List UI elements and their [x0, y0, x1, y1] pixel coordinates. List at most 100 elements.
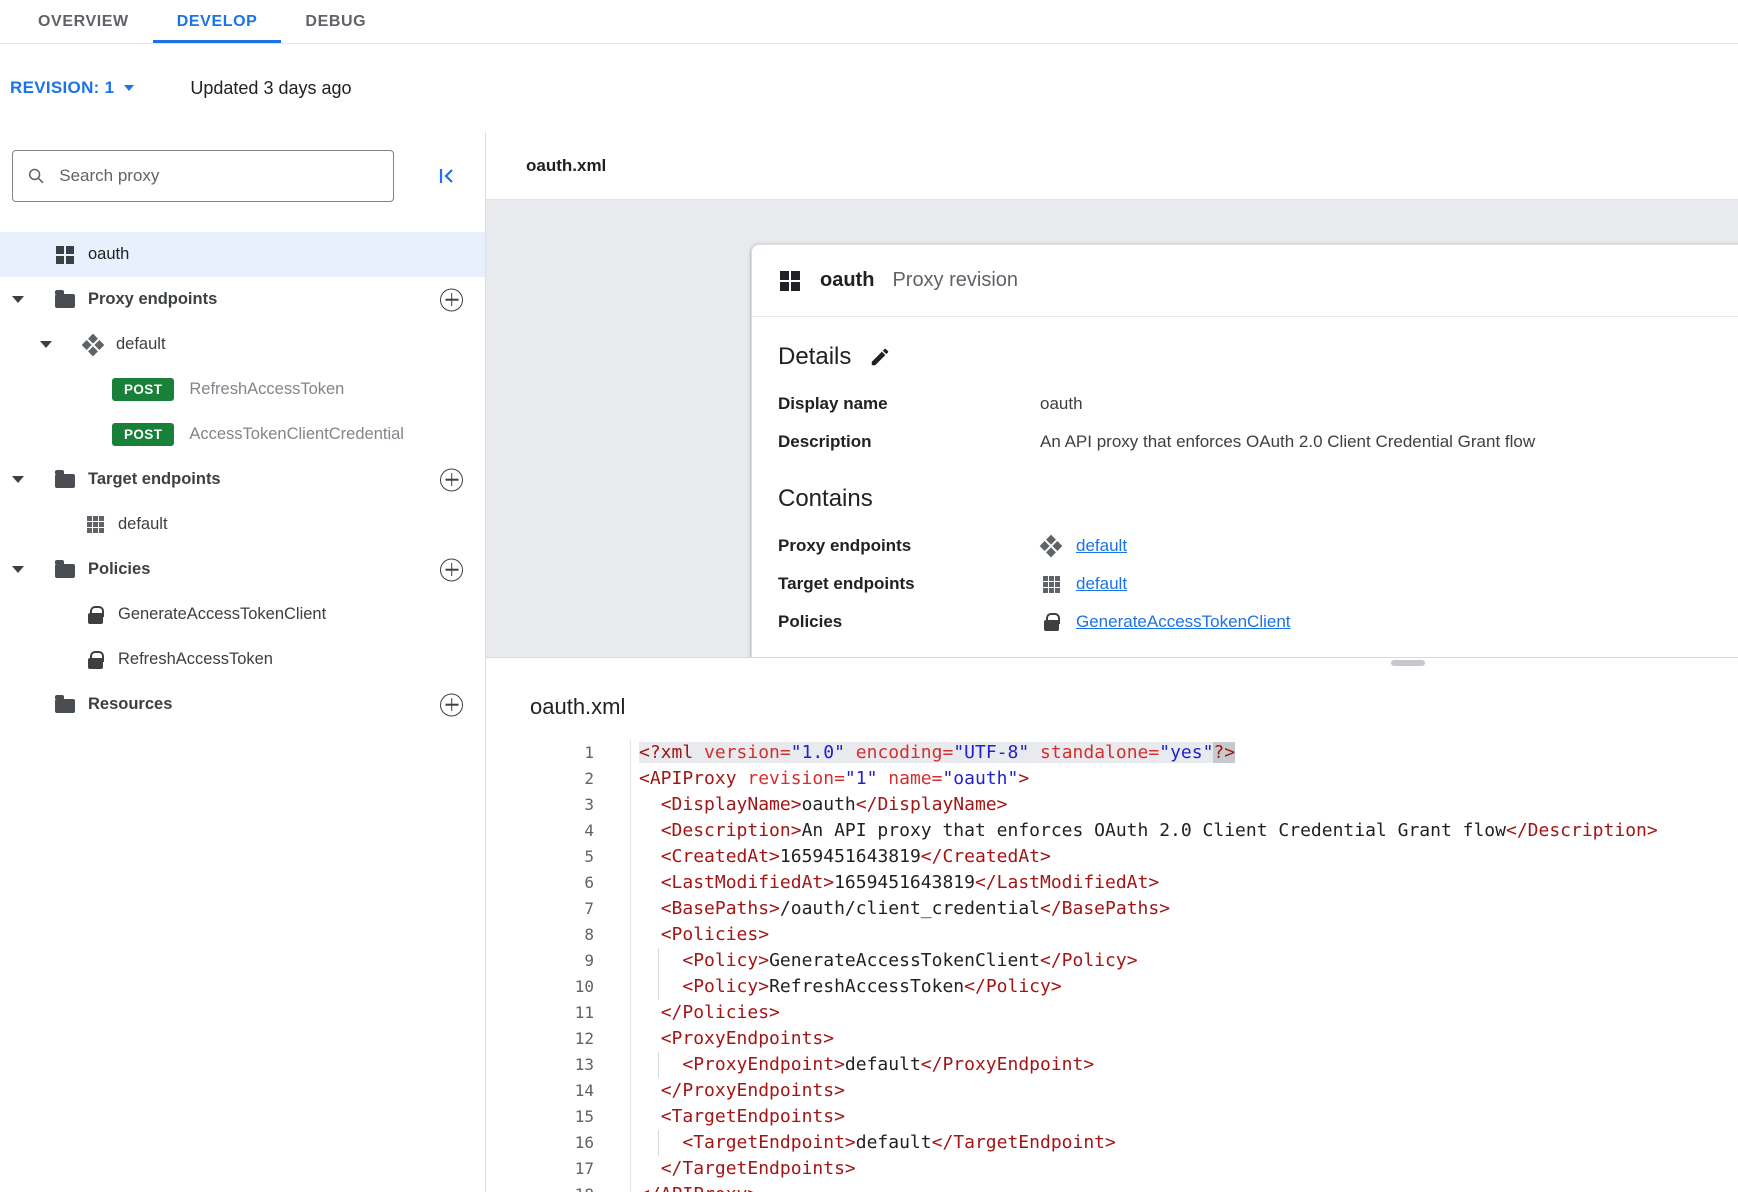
- tree-item-proxy-endpoints[interactable]: Proxy endpoints: [0, 277, 485, 322]
- generateaccesstokenclient-link[interactable]: GenerateAccessTokenClient: [1076, 612, 1291, 632]
- tree-item-target-endpoints[interactable]: Target endpoints: [0, 457, 485, 502]
- code-token: [639, 950, 682, 971]
- code-line-content: <ProxyEndpoint>default</ProxyEndpoint>: [631, 1052, 1094, 1078]
- tree-item-label: RefreshAccessToken: [118, 650, 273, 669]
- tree-item-oauth[interactable]: oauth: [0, 232, 485, 277]
- code-token: </DisplayName>: [856, 794, 1008, 815]
- code-token: "yes": [1159, 742, 1213, 763]
- tree-item-generateaccesstokenclient[interactable]: GenerateAccessTokenClient: [0, 592, 485, 637]
- expand-arrow-icon[interactable]: [12, 566, 24, 573]
- code-token: /oauth/client_credential: [780, 898, 1040, 919]
- code-line-content: </Policies>: [631, 1000, 780, 1026]
- tree-item-resources[interactable]: Resources: [0, 682, 485, 727]
- sidebar: oauthProxy endpointsdefaultPOSTRefreshAc…: [0, 132, 486, 1192]
- code-token: <LastModifiedAt>: [661, 872, 834, 893]
- code-token: [639, 820, 661, 841]
- code-token: </TargetEndpoint>: [932, 1132, 1116, 1153]
- lock-icon: [84, 604, 106, 626]
- pane-divider: [486, 658, 1738, 680]
- code-line-17[interactable]: 17 </TargetEndpoints>: [486, 1156, 1738, 1182]
- code-line-content: <CreatedAt>1659451643819</CreatedAt>: [631, 844, 1051, 870]
- code-line-5[interactable]: 5 <CreatedAt>1659451643819</CreatedAt>: [486, 844, 1738, 870]
- code-line-10[interactable]: 10 <Policy>RefreshAccessToken</Policy>: [486, 974, 1738, 1000]
- code-token: <Description>: [661, 820, 802, 841]
- code-line-content: </APIProxy>: [631, 1182, 758, 1192]
- code-editor[interactable]: 1<?xml version="1.0" encoding="UTF-8" st…: [486, 734, 1738, 1192]
- tab-overview[interactable]: OVERVIEW: [14, 0, 153, 43]
- code-line-content: </TargetEndpoints>: [631, 1156, 856, 1182]
- edit-details-button[interactable]: [869, 346, 891, 368]
- code-token: [639, 794, 661, 815]
- code-line-11[interactable]: 11 </Policies>: [486, 1000, 1738, 1026]
- expand-arrow-icon[interactable]: [40, 341, 52, 348]
- collapse-panel-button[interactable]: [435, 164, 459, 188]
- folder-icon: [54, 469, 76, 491]
- code-token: <?xml: [639, 742, 704, 763]
- code-token: [639, 1054, 682, 1075]
- code-line-6[interactable]: 6 <LastModifiedAt>1659451643819</LastMod…: [486, 870, 1738, 896]
- code-token: encoding=: [856, 742, 954, 763]
- line-number: 10: [486, 974, 631, 1000]
- tree-item-refreshaccesstoken[interactable]: POSTRefreshAccessToken: [0, 367, 485, 412]
- code-token: <DisplayName>: [661, 794, 802, 815]
- code-line-7[interactable]: 7 <BasePaths>/oauth/client_credential</B…: [486, 896, 1738, 922]
- card-header: oauth Proxy revision: [752, 245, 1738, 317]
- proxy-tree: oauthProxy endpointsdefaultPOSTRefreshAc…: [0, 232, 485, 727]
- expand-arrow-icon[interactable]: [12, 296, 24, 303]
- code-token: <APIProxy: [639, 768, 747, 789]
- default-link[interactable]: default: [1076, 574, 1127, 594]
- detail-label: Description: [778, 432, 1040, 452]
- tab-debug[interactable]: DEBUG: [281, 0, 390, 43]
- tree-item-label: Resources: [88, 695, 172, 714]
- code-line-8[interactable]: 8 <Policies>: [486, 922, 1738, 948]
- search-proxy-box[interactable]: [12, 150, 394, 202]
- code-token: [845, 742, 856, 763]
- tree-item-target-endpoint-default[interactable]: default: [0, 502, 485, 547]
- pencil-icon: [869, 346, 891, 368]
- code-token: <TargetEndpoint>: [682, 1132, 855, 1153]
- code-token: 1659451643819: [780, 846, 921, 867]
- tree-item-refreshaccesstoken[interactable]: RefreshAccessToken: [0, 637, 485, 682]
- line-number: 1: [486, 740, 631, 766]
- add-target-endpoints-button[interactable]: [440, 468, 463, 491]
- code-line-12[interactable]: 12 <ProxyEndpoints>: [486, 1026, 1738, 1052]
- code-line-1[interactable]: 1<?xml version="1.0" encoding="UTF-8" st…: [486, 740, 1738, 766]
- code-token: "1.0": [791, 742, 845, 763]
- code-line-16[interactable]: 16 <TargetEndpoint>default</TargetEndpoi…: [486, 1130, 1738, 1156]
- default-link[interactable]: default: [1076, 536, 1127, 556]
- code-line-2[interactable]: 2<APIProxy revision="1" name="oauth">: [486, 766, 1738, 792]
- contains-row-target-endpoints: Target endpointsdefault: [778, 565, 1721, 603]
- code-line-13[interactable]: 13 <ProxyEndpoint>default</ProxyEndpoint…: [486, 1052, 1738, 1078]
- contains-rows: Proxy endpointsdefaultTarget endpointsde…: [778, 527, 1721, 641]
- editor-title-bar: oauth.xml: [486, 680, 1738, 734]
- tab-develop[interactable]: DEVELOP: [153, 0, 282, 43]
- add-proxy-endpoints-button[interactable]: [440, 288, 463, 311]
- code-line-content: <TargetEndpoints>: [631, 1104, 845, 1130]
- code-line-9[interactable]: 9 <Policy>GenerateAccessTokenClient</Pol…: [486, 948, 1738, 974]
- code-line-14[interactable]: 14 </ProxyEndpoints>: [486, 1078, 1738, 1104]
- code-token: </Policy>: [1040, 950, 1138, 971]
- detail-value: oauth: [1040, 394, 1083, 414]
- code-line-15[interactable]: 15 <TargetEndpoints>: [486, 1104, 1738, 1130]
- code-line-4[interactable]: 4 <Description>An API proxy that enforce…: [486, 818, 1738, 844]
- revision-dropdown[interactable]: REVISION: 1: [10, 78, 134, 98]
- expand-arrow-icon[interactable]: [12, 476, 24, 483]
- search-input[interactable]: [57, 165, 379, 187]
- add-resources-button[interactable]: [440, 693, 463, 716]
- code-token: ?>: [1213, 742, 1235, 763]
- code-line-18[interactable]: 18</APIProxy>: [486, 1182, 1738, 1192]
- line-number: 8: [486, 922, 631, 948]
- pane-resize-handle[interactable]: [1391, 660, 1425, 666]
- folder-icon: [54, 559, 76, 581]
- tree-item-accesstokenclientcredential[interactable]: POSTAccessTokenClientCredential: [0, 412, 485, 457]
- tree-item-policies[interactable]: Policies: [0, 547, 485, 592]
- code-line-3[interactable]: 3 <DisplayName>oauth</DisplayName>: [486, 792, 1738, 818]
- code-token: <CreatedAt>: [661, 846, 780, 867]
- tree-item-label: default: [116, 335, 166, 354]
- code-token: RefreshAccessToken: [769, 976, 964, 997]
- line-number: 4: [486, 818, 631, 844]
- method-badge: POST: [112, 423, 174, 446]
- proxy-icon: [778, 269, 802, 293]
- add-policies-button[interactable]: [440, 558, 463, 581]
- tree-item-proxy-endpoint-default[interactable]: default: [0, 322, 485, 367]
